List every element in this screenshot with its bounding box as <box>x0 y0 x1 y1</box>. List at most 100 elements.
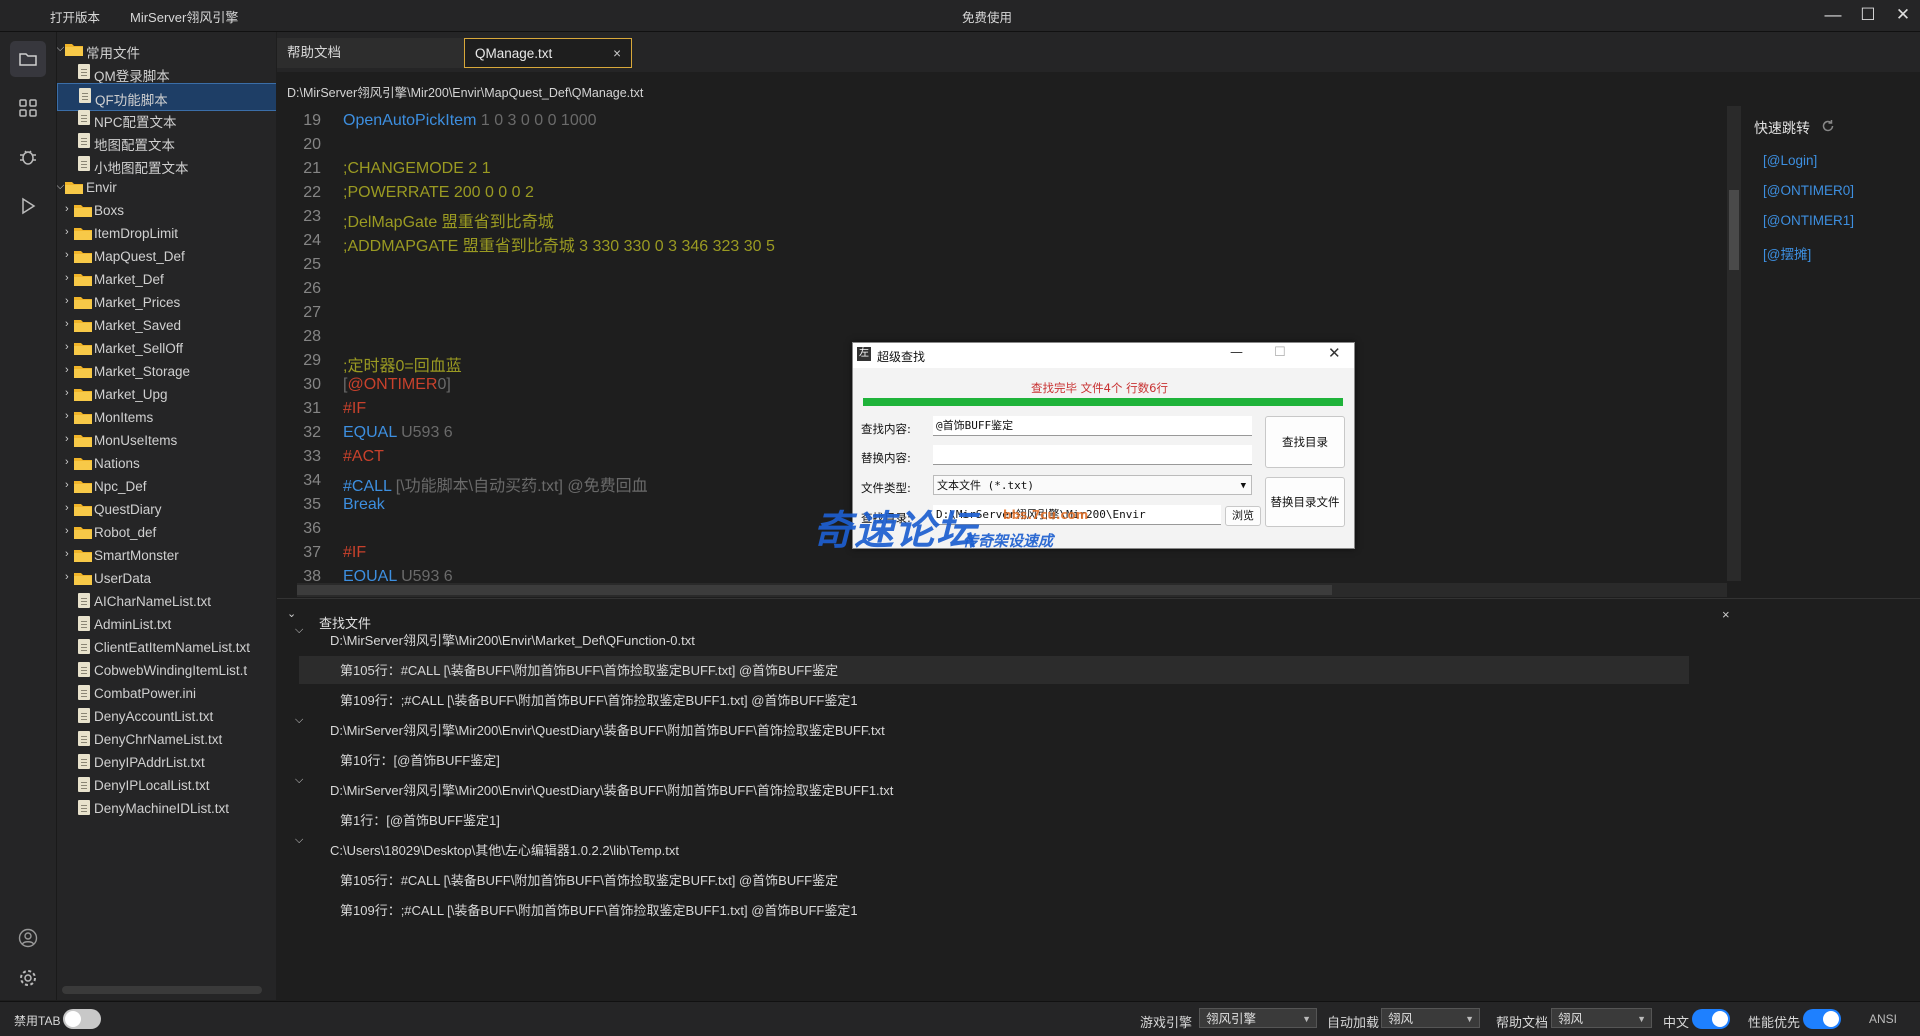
settings-button[interactable] <box>10 960 46 996</box>
tab-qmanage[interactable]: QManage.txt × <box>464 38 632 68</box>
scroll-thumb[interactable] <box>297 585 1332 595</box>
quick-jump-link[interactable]: [@Login] <box>1763 153 1817 168</box>
chevron-down-icon[interactable]: ⌵ <box>295 774 303 787</box>
tree-horizontal-scrollbar[interactable] <box>62 986 262 994</box>
result-file-row[interactable]: D:\MirServer翎风引擎\Mir200\Envir\QuestDiary… <box>330 720 885 739</box>
account-icon <box>18 928 38 948</box>
minimize-button[interactable]: — <box>1818 3 1848 27</box>
help-doc-select[interactable]: 翎风 ▼ <box>1551 1008 1652 1028</box>
code-line[interactable]: EQUAL U593 6 <box>343 568 453 581</box>
chevron-right-icon[interactable]: › <box>65 318 69 330</box>
folder-icon <box>19 53 37 66</box>
close-window-button[interactable]: ✕ <box>1888 3 1918 27</box>
chevron-right-icon[interactable]: › <box>65 364 69 376</box>
chinese-toggle[interactable] <box>1692 1009 1730 1029</box>
code-line[interactable]: #ACT <box>343 448 384 466</box>
chevron-right-icon[interactable]: › <box>65 525 69 537</box>
find-input[interactable]: @首饰BUFF鉴定 <box>933 416 1252 436</box>
chevron-right-icon[interactable]: › <box>65 410 69 422</box>
game-engine-select[interactable]: 翎风引擎 ▼ <box>1199 1008 1317 1028</box>
refresh-icon[interactable] <box>1821 119 1835 133</box>
chevron-right-icon[interactable]: › <box>65 479 69 491</box>
dialog-close-button[interactable]: ✕ <box>1328 344 1341 362</box>
code-line[interactable]: ;DelMapGate 盟重省到比奇城 <box>343 208 554 232</box>
replace-directory-files-button[interactable]: 替换目录文件 <box>1265 477 1345 527</box>
performance-label: 性能优先 <box>1748 1015 1801 1030</box>
chevron-right-icon[interactable]: › <box>65 502 69 514</box>
folder-icon <box>74 433 92 447</box>
performance-toggle[interactable] <box>1803 1009 1841 1029</box>
select-value: 翎风 <box>1558 1012 1584 1026</box>
tab-help-doc[interactable]: 帮助文档 <box>277 38 469 68</box>
chevron-right-icon[interactable]: › <box>65 203 69 215</box>
quick-jump-link[interactable]: [@ONTIMER0] <box>1763 183 1854 198</box>
result-file-row[interactable]: D:\MirServer翎风引擎\Mir200\Envir\QuestDiary… <box>330 780 893 799</box>
code-line[interactable]: ;CHANGEMODE 2 1 <box>343 160 491 178</box>
tree-item-label: UserData <box>94 571 152 586</box>
code-line[interactable]: #IF <box>343 544 366 562</box>
quick-jump-link[interactable]: [@ONTIMER1] <box>1763 213 1854 228</box>
result-hit-row[interactable]: 第109行：;#CALL [\装备BUFF\附加首饰BUFF\首饰捡取鉴定BUF… <box>340 900 858 919</box>
chevron-right-icon[interactable]: › <box>65 341 69 353</box>
account-button[interactable] <box>10 920 46 956</box>
chevron-right-icon[interactable]: › <box>65 571 69 583</box>
chevron-right-icon[interactable]: › <box>65 272 69 284</box>
chevron-right-icon[interactable]: › <box>65 295 69 307</box>
code-line[interactable]: [@ONTIMER0] <box>343 376 451 394</box>
encoding-label[interactable]: ANSI <box>1869 1012 1897 1026</box>
result-hit-row[interactable]: 第105行：#CALL [\装备BUFF\附加首饰BUFF\首饰捡取鉴定BUFF… <box>340 870 838 889</box>
chevron-down-icon[interactable]: ⌵ <box>57 42 64 55</box>
chevron-down-icon[interactable]: ⌵ <box>295 714 303 727</box>
explorer-button[interactable] <box>10 41 46 77</box>
tree-file[interactable]: DenyMachineIDList.txt <box>57 796 276 822</box>
code-line[interactable]: #IF <box>343 400 366 418</box>
disable-tab-toggle[interactable] <box>63 1009 101 1029</box>
editor-horizontal-scrollbar[interactable] <box>297 583 1727 597</box>
autoload-select[interactable]: 翎风 ▼ <box>1381 1008 1480 1028</box>
result-hit-row[interactable]: 第105行：#CALL [\装备BUFF\附加首饰BUFF\首饰捡取鉴定BUFF… <box>340 660 838 679</box>
run-button[interactable] <box>10 188 46 224</box>
chevron-right-icon[interactable]: › <box>65 226 69 238</box>
result-file-row[interactable]: D:\MirServer翎风引擎\Mir200\Envir\Market_Def… <box>330 630 695 649</box>
scroll-thumb[interactable] <box>1729 190 1739 270</box>
quick-jump-link[interactable]: [@摆摊] <box>1763 243 1811 263</box>
tree-item-label: DenyAccountList.txt <box>94 709 214 724</box>
chevron-right-icon[interactable]: › <box>65 548 69 560</box>
code-line[interactable]: #CALL [\功能脚本\自动买药.txt] @免费回血 <box>343 472 648 496</box>
chevron-right-icon[interactable]: › <box>65 249 69 261</box>
result-hit-row[interactable]: 第1行：[@首饰BUFF鉴定1] <box>340 810 500 829</box>
chevron-down-icon[interactable]: ⌄ <box>287 607 296 620</box>
browse-button[interactable]: 浏览 <box>1225 506 1261 526</box>
code-line[interactable]: ;POWERRATE 200 0 0 0 2 <box>343 184 534 202</box>
result-hit-row[interactable]: 第10行：[@首饰BUFF鉴定] <box>340 750 500 769</box>
code-line[interactable]: EQUAL U593 6 <box>343 424 453 442</box>
folder-icon <box>74 249 92 263</box>
chevron-right-icon[interactable]: › <box>65 387 69 399</box>
result-file-row[interactable]: C:\Users\18029\Desktop\其他\左心编辑器1.0.2.2\l… <box>330 840 679 859</box>
chevron-down-icon[interactable]: ⌵ <box>295 624 303 637</box>
code-line[interactable]: OpenAutoPickItem 1 0 3 0 0 0 1000 <box>343 112 597 130</box>
chevron-right-icon[interactable]: › <box>65 456 69 468</box>
file-type-select[interactable]: 文本文件 (*.txt) ▼ <box>933 475 1252 495</box>
editor-vertical-scrollbar[interactable] <box>1727 106 1741 581</box>
maximize-button[interactable]: ☐ <box>1853 3 1883 27</box>
file-path: D:\MirServer翎风引擎\Mir200\Envir\MapQuest_D… <box>287 86 644 100</box>
chevron-down-icon[interactable]: ⌵ <box>295 834 303 847</box>
close-tab-icon[interactable]: × <box>613 39 621 69</box>
dialog-minimize-button[interactable]: — <box>1230 345 1243 360</box>
chevron-right-icon[interactable]: › <box>65 433 69 445</box>
extensions-button[interactable] <box>10 90 46 126</box>
result-hit-row[interactable]: 第109行：;#CALL [\装备BUFF\附加首饰BUFF\首饰捡取鉴定BUF… <box>340 690 858 709</box>
code-line[interactable]: ;定时器0=回血蓝 <box>343 352 462 376</box>
replace-input[interactable] <box>933 445 1252 465</box>
folder-icon <box>74 272 92 286</box>
debug-button[interactable] <box>10 139 46 175</box>
dialog-maximize-button[interactable]: ☐ <box>1274 345 1286 360</box>
close-panel-icon[interactable]: × <box>1722 607 1730 622</box>
open-version-menu[interactable]: 打开版本 <box>50 7 100 26</box>
chevron-down-icon[interactable]: ⌵ <box>57 180 64 193</box>
code-line[interactable]: Break <box>343 496 385 514</box>
code-token: #CALL <box>343 478 392 495</box>
find-directory-button[interactable]: 查找目录 <box>1265 416 1345 468</box>
code-line[interactable]: ;ADDMAPGATE 盟重省到比奇城 3 330 330 0 3 346 32… <box>343 232 775 256</box>
